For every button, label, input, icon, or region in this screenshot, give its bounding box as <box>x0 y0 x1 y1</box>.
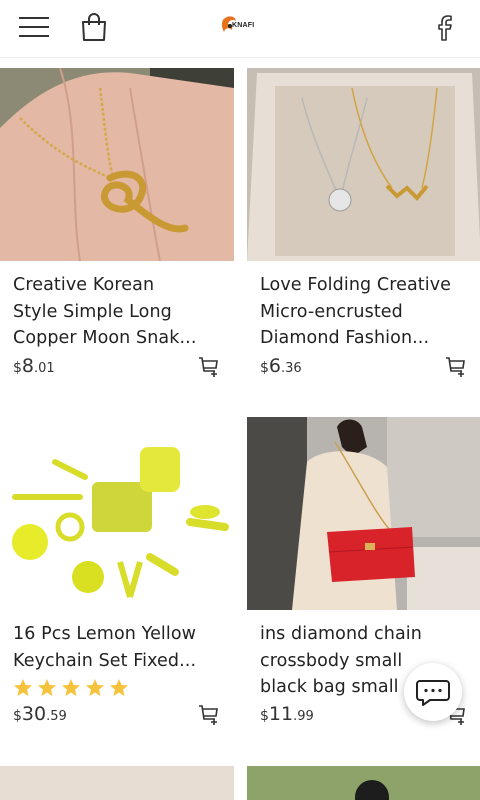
product-image-partial[interactable] <box>0 766 234 800</box>
chat-button[interactable] <box>404 663 462 721</box>
add-to-cart-icon[interactable] <box>198 355 220 377</box>
product-title[interactable]: 16 Pcs Lemon Yellow Keychain Set Fixed..… <box>13 621 233 674</box>
chat-bubble-icon <box>416 680 450 706</box>
facebook-icon[interactable] <box>434 12 456 42</box>
shopping-bag-icon[interactable] <box>81 13 107 41</box>
product-image-yellow-keychain-set[interactable] <box>0 417 234 610</box>
product-title[interactable]: Creative Korean Style Simple Long Copper… <box>13 272 233 352</box>
product-title[interactable]: Love Folding Creative Micro-encrusted Di… <box>260 272 480 352</box>
product-price: $11.99 <box>260 703 314 725</box>
product-image-partial[interactable] <box>247 766 480 800</box>
product-image-red-crossbody-bag[interactable] <box>247 417 480 610</box>
logo-text: KNAFI <box>232 22 255 29</box>
top-header: KNAFI <box>0 0 480 58</box>
product-card[interactable]: Creative Korean Style Simple Long Copper… <box>0 68 234 388</box>
add-to-cart-icon[interactable] <box>445 355 467 377</box>
rating-stars <box>14 679 128 696</box>
product-card[interactable]: 16 Pcs Lemon Yellow Keychain Set Fixed..… <box>0 417 234 737</box>
product-price: $30.59 <box>13 703 67 725</box>
product-image-necklace-snake[interactable] <box>0 68 234 261</box>
product-price: $6.36 <box>260 355 302 377</box>
product-price: $8.01 <box>13 355 55 377</box>
product-image-necklaces-box[interactable] <box>247 68 480 261</box>
add-to-cart-icon[interactable] <box>198 703 220 725</box>
hamburger-menu-icon[interactable] <box>19 15 49 39</box>
product-card[interactable]: Love Folding Creative Micro-encrusted Di… <box>247 68 480 388</box>
